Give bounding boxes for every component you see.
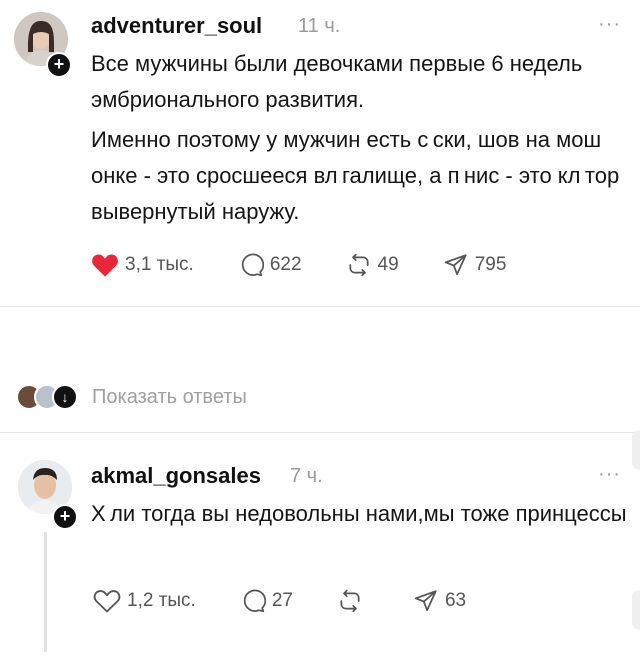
share-button[interactable]: 795: [443, 252, 507, 278]
post-adventurer-soul: + adventurer_soul 11 ч. ··· Все мужчины …: [0, 0, 640, 300]
post-paragraph-1: Х ли тогда вы недовольны нами,мы тоже пр…: [91, 501, 627, 526]
show-replies-label: Показать ответы: [92, 385, 247, 408]
more-options-icon[interactable]: ···: [598, 13, 621, 36]
like-button[interactable]: 3,1 тыс.: [91, 252, 194, 278]
repost-icon: [340, 589, 360, 613]
post-actions: 3,1 тыс. 622 49 795: [91, 252, 550, 278]
username[interactable]: adventurer_soul: [91, 13, 262, 39]
more-options-icon[interactable]: ···: [598, 463, 621, 486]
divider: [0, 306, 640, 307]
reply-avatars: ↓: [16, 384, 78, 410]
show-replies-link[interactable]: ↓ Показать ответы: [16, 384, 247, 410]
repost-button[interactable]: [337, 588, 369, 614]
post-paragraph-1: Все мужчины были девочками первые 6 неде…: [91, 51, 583, 112]
post-akmal-gonsales: + akmal_gonsales 7 ч. ··· Х ли тогда вы …: [0, 440, 640, 664]
comment-icon: [243, 589, 266, 613]
send-icon: [444, 254, 467, 276]
comment-count: 27: [271, 590, 293, 611]
share-count: 63: [444, 590, 467, 611]
username[interactable]: akmal_gonsales: [91, 463, 261, 489]
timestamp: 11 ч.: [298, 15, 341, 37]
comment-icon: [241, 253, 264, 277]
repost-icon: [349, 253, 369, 277]
scroll-edge: [632, 590, 640, 630]
follow-plus-button[interactable]: +: [46, 52, 72, 78]
share-button[interactable]: 63: [413, 588, 466, 614]
send-icon: [414, 590, 437, 612]
like-count: 3,1 тыс.: [125, 254, 194, 275]
timestamp: 7 ч.: [290, 465, 323, 487]
arrow-down-icon: ↓: [52, 384, 78, 410]
repost-button[interactable]: 49: [346, 252, 399, 278]
post-text: Все мужчины были девочками первые 6 неде…: [91, 46, 631, 230]
divider: [0, 432, 640, 433]
thread-line: [44, 532, 47, 652]
post-actions: 1,2 тыс. 27 63: [93, 588, 510, 614]
comment-button[interactable]: 27: [240, 588, 293, 614]
like-button[interactable]: 1,2 тыс.: [93, 588, 196, 614]
heart-filled-icon: [92, 254, 118, 277]
scroll-edge: [632, 430, 640, 470]
comment-button[interactable]: 622: [238, 252, 302, 278]
comment-count: 622: [269, 254, 302, 275]
heart-icon: [93, 590, 121, 613]
share-count: 795: [474, 254, 507, 275]
post-paragraph-2: Именно поэтому у мужчин есть с ски, шов …: [91, 127, 620, 224]
repost-count: 49: [377, 254, 399, 275]
post-text: Х ли тогда вы недовольны нами,мы тоже пр…: [91, 496, 631, 532]
like-count: 1,2 тыс.: [127, 590, 196, 611]
follow-plus-button[interactable]: +: [52, 504, 78, 530]
